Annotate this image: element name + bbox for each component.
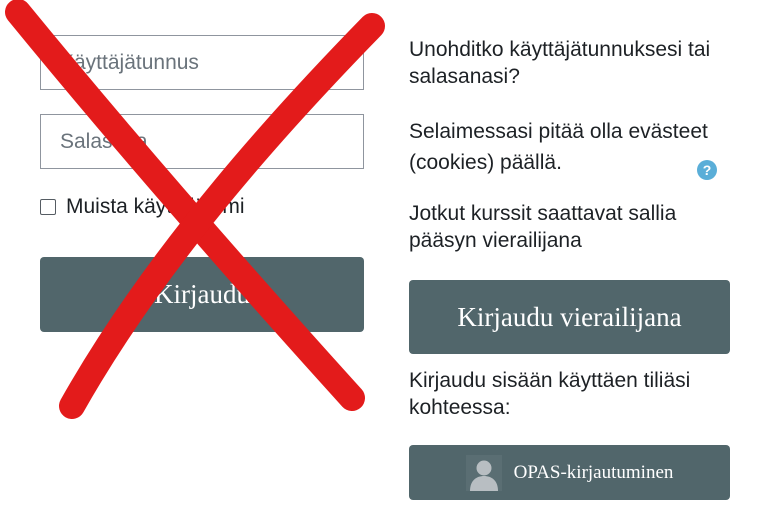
guest-access-note: Jotkut kurssit saattavat sallia pääsyn v… <box>409 202 677 252</box>
identity-provider-note: Kirjaudu sisään käyttäen tiliäsi kohtees… <box>409 369 691 419</box>
cookies-notice: Selaimessasi pitää olla evästeet (cookie… <box>409 120 708 174</box>
user-avatar-icon <box>465 454 502 491</box>
checkbox-square[interactable] <box>40 199 56 215</box>
login-button[interactable]: Kirjaudu <box>40 257 364 332</box>
guest-login-button[interactable]: Kirjaudu vierailijana <box>409 280 730 354</box>
remember-username-checkbox[interactable]: Muista käyttäjänimi <box>40 192 245 222</box>
svg-text:?: ? <box>703 162 712 178</box>
username-input[interactable] <box>40 35 364 90</box>
opas-login-button[interactable]: OPAS-kirjautuminen <box>409 445 730 500</box>
opas-login-label: OPAS-kirjautuminen <box>513 461 674 483</box>
remember-username-label: Muista käyttäjänimi <box>66 195 245 218</box>
question-circle-icon[interactable]: ? <box>697 160 717 180</box>
forgot-credentials-link[interactable]: Unohditko käyttäjätunnuksesi tai salasan… <box>409 36 749 90</box>
password-input[interactable] <box>40 114 364 169</box>
